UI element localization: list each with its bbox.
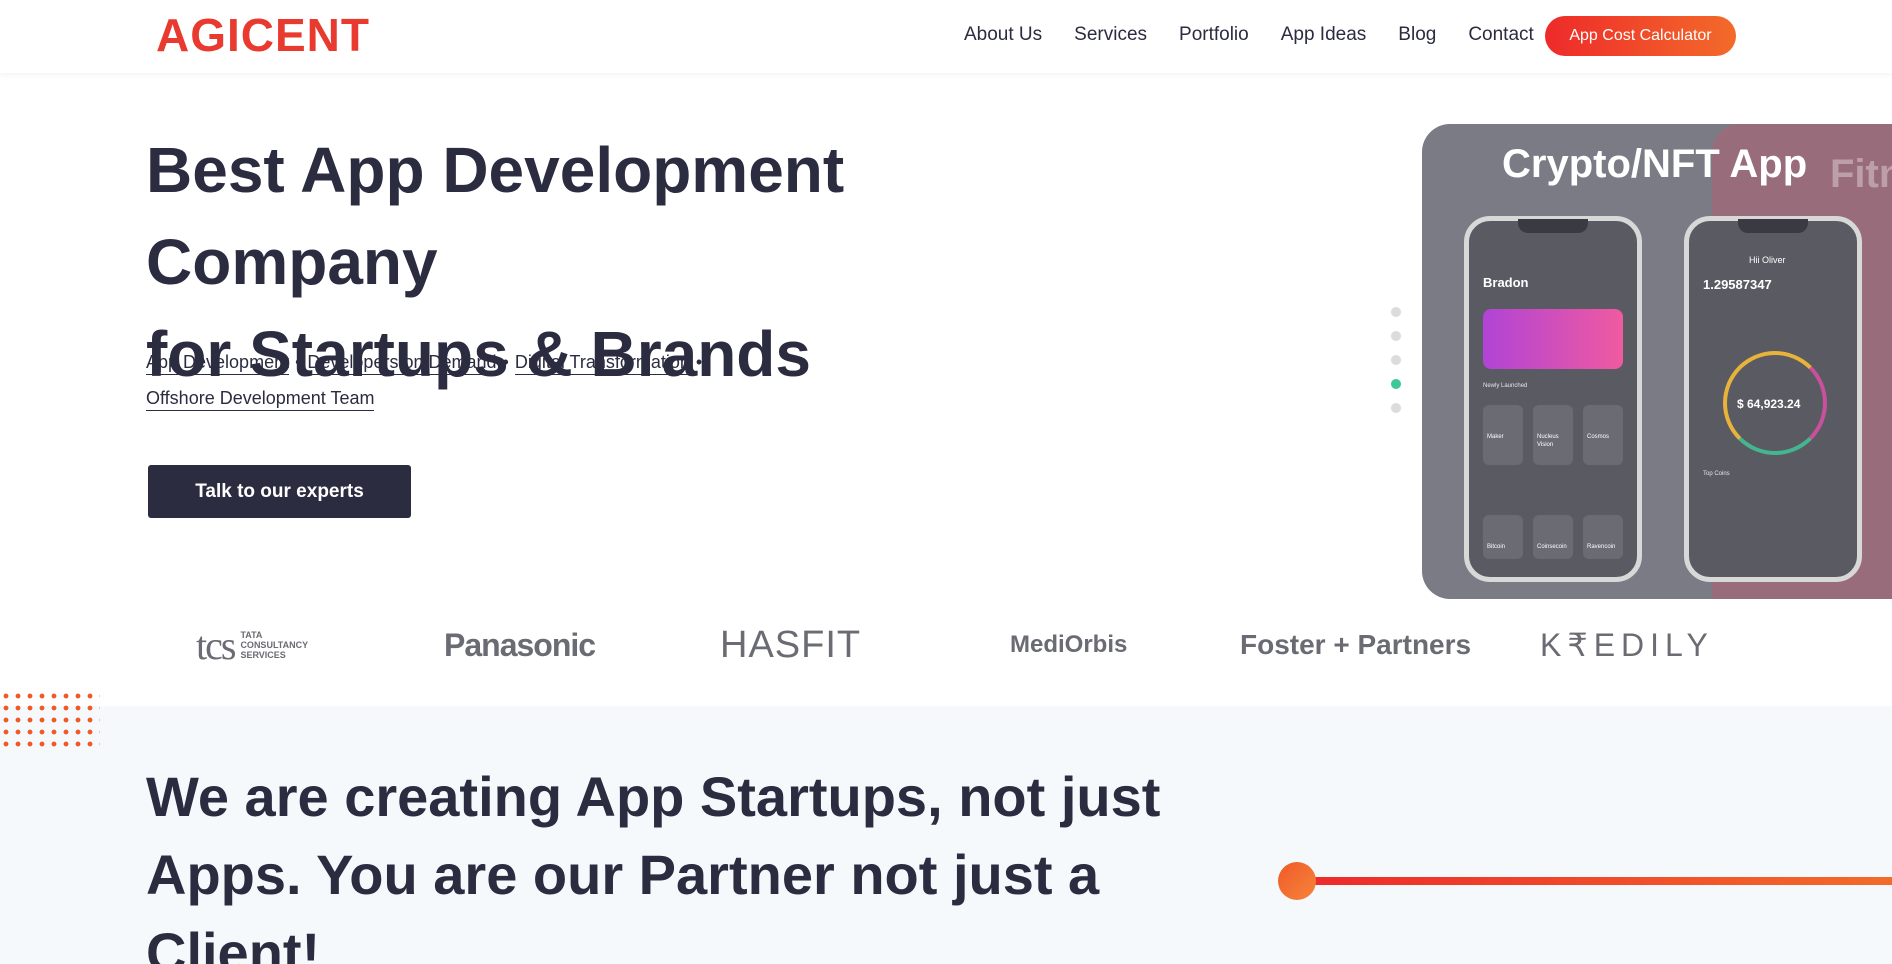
phone-notch bbox=[1738, 219, 1808, 233]
slider-dot-4-active[interactable] bbox=[1391, 379, 1401, 389]
nav-services[interactable]: Services bbox=[1074, 22, 1147, 48]
tcs-logo: tcs TATA CONSULTANCY SERVICES bbox=[196, 620, 308, 670]
phone1-tile: Maker bbox=[1483, 405, 1523, 465]
hasfit-logo: HASFIT bbox=[720, 623, 862, 666]
intro-section-title: We are creating App Startups, not just A… bbox=[146, 765, 1161, 964]
tile-label: Cosmos bbox=[1587, 434, 1610, 440]
slider-dot-3[interactable] bbox=[1391, 355, 1401, 365]
bullet-separator: • bbox=[695, 352, 703, 372]
nav-portfolio[interactable]: Portfolio bbox=[1179, 22, 1249, 48]
link-digital-transformation[interactable]: Digital Transformation bbox=[514, 352, 690, 375]
link-offshore-development-team[interactable]: Offshore Development Team bbox=[146, 388, 375, 411]
agicent-logo[interactable]: AGICENT bbox=[146, 9, 406, 61]
showcase-title: Crypto/NFT App bbox=[1502, 142, 1808, 186]
next-showcase-title: Fitn bbox=[1830, 152, 1892, 196]
phone-mockup-2: 1.29587347 Hii Oliver $ 64,923.24 Top Co… bbox=[1684, 216, 1862, 582]
phone2-btc-amount: 1.29587347 bbox=[1703, 277, 1772, 292]
phone1-tile: Coinsecoin bbox=[1533, 515, 1573, 559]
app-cost-calculator-button[interactable]: App Cost Calculator bbox=[1545, 16, 1736, 56]
slider-dot-5[interactable] bbox=[1391, 403, 1401, 413]
phone1-tile: Ravencoin bbox=[1583, 515, 1623, 559]
timeline-dot bbox=[1278, 862, 1316, 900]
tcs-sub-line: CONSULTANCY bbox=[240, 640, 309, 650]
hero-service-links: App Development • Developers on Demand • Dig… bbox=[146, 344, 846, 416]
tile-label: Maker bbox=[1487, 434, 1504, 440]
tile-label: Nucleus Vision bbox=[1537, 434, 1559, 448]
phone1-tile: Bitcoin bbox=[1483, 515, 1523, 559]
tcs-sub-line: TATA bbox=[240, 630, 263, 640]
tcs-mark: tcs bbox=[196, 622, 236, 668]
link-developers-on-demand[interactable]: Developers on Demand bbox=[307, 352, 497, 375]
phone-notch bbox=[1518, 219, 1588, 233]
phone1-user-name: Bradon bbox=[1483, 275, 1529, 290]
decorative-dot-grid bbox=[0, 690, 100, 750]
phone1-tile: Cosmos bbox=[1583, 405, 1623, 465]
tile-label: Ravencoin bbox=[1587, 544, 1616, 550]
timeline-line bbox=[1310, 877, 1892, 885]
tcs-sub-line: SERVICES bbox=[240, 650, 286, 660]
mediorbis-logo: MediOrbis bbox=[1010, 631, 1128, 658]
kredily-logo: K₹EDILY bbox=[1540, 627, 1714, 663]
talk-to-experts-button[interactable]: Talk to our experts bbox=[148, 465, 411, 518]
phone-mockup-1: Bradon Newly Launched Maker Nucleus Visi… bbox=[1464, 216, 1642, 582]
main-nav: About Us Services Portfolio App Ideas Bl… bbox=[964, 22, 1566, 48]
link-app-development[interactable]: App Development bbox=[146, 352, 290, 375]
panasonic-logo: Panasonic bbox=[444, 626, 596, 663]
tile-label: Coinsecoin bbox=[1537, 544, 1567, 550]
app-showcase-card[interactable]: Crypto/NFT App Fitn Bradon Newly Launche… bbox=[1422, 124, 1892, 599]
bullet-separator: • bbox=[502, 352, 509, 372]
phone1-section-label: Newly Launched bbox=[1483, 383, 1528, 389]
tile-label: Bitcoin bbox=[1487, 544, 1506, 550]
phone1-tile: Nucleus Vision bbox=[1533, 405, 1573, 465]
nav-about-us[interactable]: About Us bbox=[964, 22, 1042, 48]
slider-dot-2[interactable] bbox=[1391, 331, 1401, 341]
slider-dots bbox=[1391, 307, 1401, 427]
phone2-balance: $ 64,923.24 bbox=[1737, 397, 1801, 411]
logo-text: AGICENT bbox=[156, 9, 370, 61]
nav-app-ideas[interactable]: App Ideas bbox=[1281, 22, 1367, 48]
hero-title-line1: Best App Development Company bbox=[146, 134, 845, 298]
client-logos: tcs TATA CONSULTANCY SERVICES Panasonic … bbox=[0, 620, 1892, 690]
phone2-section-label: Top Coins bbox=[1703, 471, 1730, 477]
phone1-banner bbox=[1483, 309, 1623, 369]
nav-blog[interactable]: Blog bbox=[1398, 22, 1436, 48]
phone2-greeting: Hii Oliver bbox=[1749, 255, 1786, 265]
tcs-subtext: TATA CONSULTANCY SERVICES bbox=[240, 630, 308, 660]
bullet-separator: • bbox=[295, 352, 302, 372]
site-header: AGICENT About Us Services Portfolio App … bbox=[0, 0, 1892, 73]
slider-dot-1[interactable] bbox=[1391, 307, 1401, 317]
foster-partners-logo: Foster + Partners bbox=[1240, 629, 1472, 660]
nav-contact[interactable]: Contact bbox=[1468, 22, 1533, 48]
